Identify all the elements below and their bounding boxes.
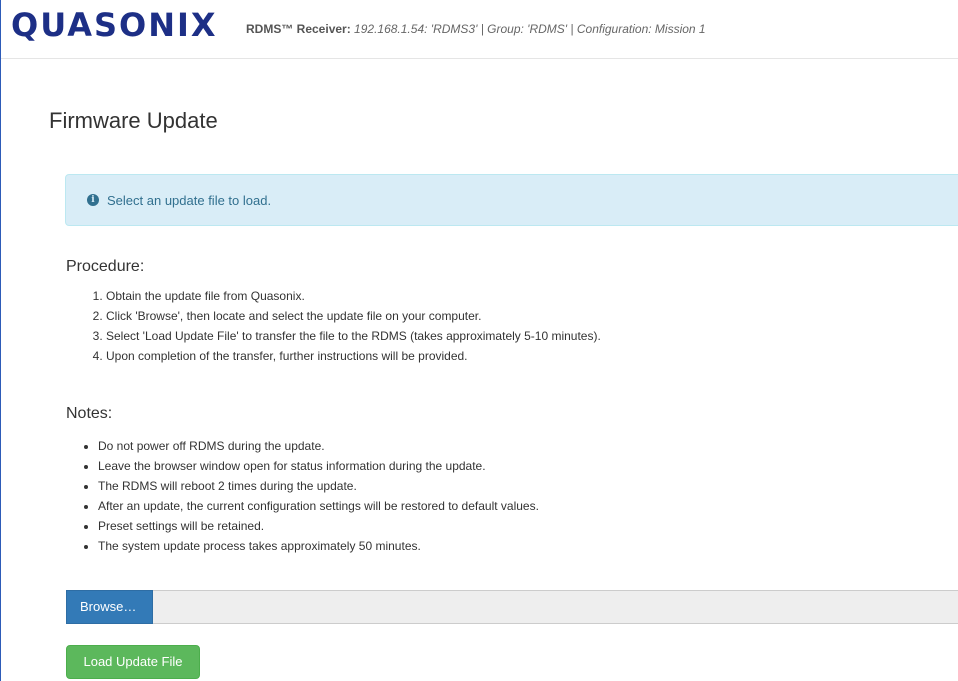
header-bar: QUASONIX RDMS™ Receiver: 192.168.1.54: '… (1, 0, 958, 59)
logo-text: QUASONIX (11, 6, 218, 44)
procedure-list: Obtain the update file from Quasonix. Cl… (66, 286, 601, 366)
receiver-details: 192.168.1.54: 'RDMS3' | Group: 'RDMS' | … (354, 22, 706, 36)
info-circle-icon: i (87, 194, 99, 206)
notes-list: Do not power off RDMS during the update.… (66, 436, 539, 556)
quasonix-logo: QUASONIX (11, 3, 218, 47)
alert-text: Select an update file to load. (107, 193, 272, 208)
note-item: The RDMS will reboot 2 times during the … (98, 476, 539, 496)
note-item: After an update, the current configurati… (98, 496, 539, 516)
procedure-step: Upon completion of the transfer, further… (106, 346, 601, 366)
info-alert: i Select an update file to load. (65, 174, 958, 226)
procedure-step: Obtain the update file from Quasonix. (106, 286, 601, 306)
page-frame: QUASONIX RDMS™ Receiver: 192.168.1.54: '… (0, 0, 958, 681)
receiver-label: RDMS™ Receiver: (246, 22, 351, 36)
receiver-info: RDMS™ Receiver: 192.168.1.54: 'RDMS3' | … (246, 22, 706, 36)
note-item: Leave the browser window open for status… (98, 456, 539, 476)
load-update-file-button[interactable]: Load Update File (66, 645, 200, 679)
note-item: Do not power off RDMS during the update. (98, 436, 539, 456)
browse-button[interactable]: Browse… (66, 590, 153, 624)
procedure-step: Select 'Load Update File' to transfer th… (106, 326, 601, 346)
procedure-step: Click 'Browse', then locate and select t… (106, 306, 601, 326)
note-item: The system update process takes approxim… (98, 536, 539, 556)
procedure-heading: Procedure: (66, 258, 145, 275)
page-title: Firmware Update (49, 108, 218, 133)
note-item: Preset settings will be retained. (98, 516, 539, 536)
file-input-group[interactable]: Browse… (66, 590, 958, 624)
notes-heading: Notes: (66, 405, 113, 422)
